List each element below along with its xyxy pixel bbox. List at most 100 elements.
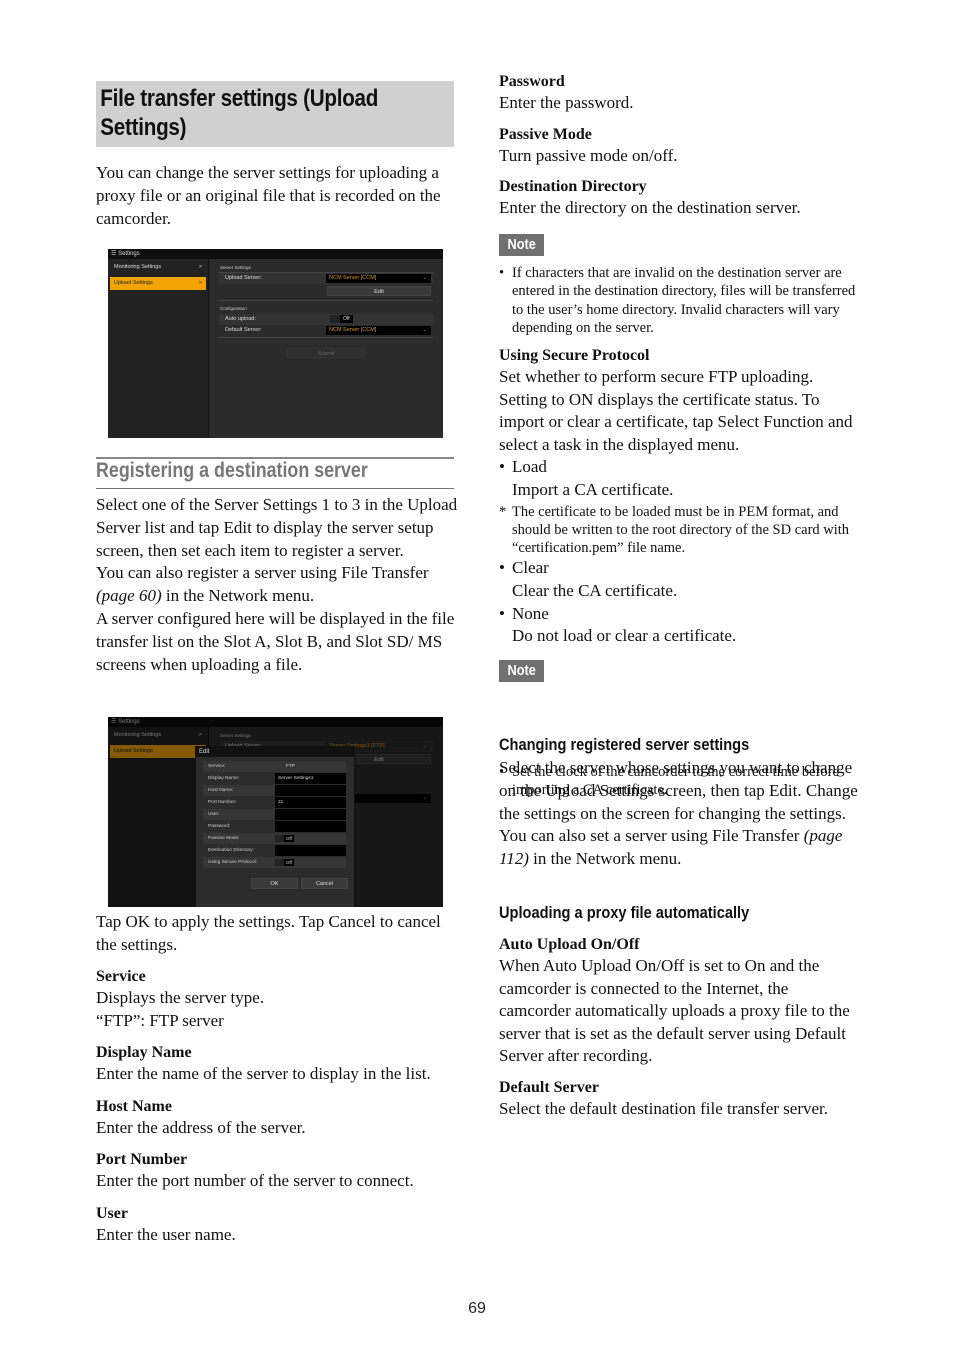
item-term: Host Name [96,1097,172,1115]
item-desc: Select the default destination file tran… [499,1098,829,1118]
configuration-label: Configuration [220,306,247,311]
sidebar-item-monitoring-settings[interactable]: Monitoring Settings > [110,261,206,274]
item-auto-upload: Auto Upload On/Off When Auto Upload On/O… [499,935,861,1068]
submit-button[interactable]: Submit [287,348,365,358]
auto-upload-toggle[interactable]: Off [330,315,353,323]
divider [219,337,433,338]
divider [219,300,433,301]
item-term: Destination Directory [499,178,647,196]
field-label: Service: [208,764,226,769]
item-service: Service Displays the server type. “FTP”:… [96,967,458,1032]
item-passive-mode: Passive Mode Turn passive mode on/off. [499,125,861,168]
page-reference-link[interactable]: (page 60) [96,586,162,605]
cancel-button[interactable]: Cancel [301,878,348,889]
item-term: Auto Upload On/Off [499,936,640,953]
toggle-value: Off [284,859,294,866]
settings-title-bar: ☰ Settings [108,249,443,259]
destination-directory-row: Destination Directory: [203,845,346,856]
host-name-input[interactable] [275,785,346,796]
chevron-right-icon: > [198,280,202,286]
note-badge: Note [499,660,544,682]
item-user: User Enter the user name. [96,1204,458,1247]
port-number-input[interactable]: 21 [275,797,346,808]
secure-protocol-section: Using Secure Protocol Set whether to per… [499,346,861,648]
default-server-select[interactable]: NCM Server [CCM] ⌄ [326,326,431,335]
note-badge: Note [499,234,544,256]
default-server-label: Default Server: [225,327,262,333]
item-desc: Enter the name of the server to display … [96,1064,431,1084]
option-clear: Clear [499,557,861,580]
chevron-down-icon: ⌄ [422,327,427,333]
menu-icon: ☰ [111,251,117,257]
text: in the Network menu. [161,586,315,606]
option-desc: Import a CA certificate. [512,479,674,499]
toggle-value: Off [340,315,353,323]
item-desc: Enter the password. [499,93,634,112]
option-none: None [499,603,861,626]
uploading-item-list: Auto Upload On/Off When Auto Upload On/O… [499,935,861,1121]
display-name-input[interactable]: Server Settings1 [275,773,346,784]
text: in the Network menu. [528,849,682,869]
field-label: Host Name: [208,788,234,793]
window-title: Settings [118,251,140,257]
item-term: Display Name [96,1044,192,1062]
password-input[interactable] [275,821,346,832]
toggle-knob [275,859,284,866]
upload-server-label: Upload Server: [225,275,262,281]
settings-item-list-right: Password Enter the password. Passive Mod… [499,72,861,220]
registering-paragraph-1: Select one of the Server Settings 1 to 3… [96,495,458,560]
registering-paragraph-2: You can also register a server using Fil… [96,562,458,608]
note-1-text: If characters that are invalid on the de… [499,264,868,337]
item-default-server: Default Server Select the default destin… [499,1078,861,1121]
chevron-right-icon: > [198,264,202,270]
changing-text: Select the server whose settings you wan… [499,757,861,871]
field-label: Port Number: [208,800,237,805]
upload-server-value: NCM Server [CCM] [329,275,377,281]
destination-directory-input[interactable] [275,845,346,856]
text: You can also set a server using File Tra… [499,826,804,846]
sidebar-item-upload-settings[interactable]: Upload Settings > [110,277,206,290]
default-server-value: NCM Server [CCM] [329,327,377,333]
heading-uploading-automatically: Uploading a proxy file automatically [499,903,750,922]
passive-mode-toggle[interactable]: Off [275,835,294,842]
server-settings-label: Server Settings [220,265,251,270]
edit-dialog-screenshot: ☰ Settings Monitoring Settings > Upload … [108,717,443,907]
field-label: Destination Directory: [208,848,254,853]
field-label: Using Secure Protocol: [208,860,258,865]
item-host-name: Host Name Enter the address of the serve… [96,1097,458,1140]
item-desc: Enter the user name. [96,1224,236,1244]
ok-button[interactable]: OK [251,878,298,889]
item-term: Password [499,73,565,90]
dialog-title: Edit [196,747,354,757]
item-desc: Set whether to perform secure FTP upload… [499,367,853,454]
footnote: The certificate to be loaded must be in … [499,503,861,558]
item-desc: Enter the port number of the server to c… [96,1171,414,1191]
item-port-number: Port Number Enter the port number of the… [96,1150,458,1193]
upload-server-row: Upload Server: NCM Server [CCM] ⌄ [219,273,433,284]
auto-upload-label: Auto upload: [225,316,256,322]
option-desc: Do not load or clear a certificate. [512,626,737,646]
registering-text: Select one of the Server Settings 1 to 3… [96,494,458,676]
upload-settings-screenshot: ☰ Settings Monitoring Settings > Upload … [108,249,443,438]
default-server-row: Default Server: NCM Server [CCM] ⌄ [219,325,433,336]
heading-changing-settings: Changing registered server settings [499,735,750,754]
secure-protocol-toggle[interactable]: Off [275,859,294,866]
edit-button[interactable]: Edit [327,286,431,296]
settings-sidebar: Monitoring Settings > Upload Settings > [108,259,209,438]
page-title: File transfer settings (Upload Settings) [100,85,379,141]
user-input[interactable] [275,809,346,820]
sidebar-item-label: Monitoring Settings [114,264,162,270]
user-row: User: [203,809,346,820]
host-name-row: Host Name: [203,785,346,796]
upload-server-select[interactable]: NCM Server [CCM] ⌄ [326,274,431,283]
item-desc: Enter the address of the server. [96,1117,306,1137]
settings-main-panel: Server Settings Upload Server: NCM Serve… [209,259,443,438]
service-row: Service: FTP [203,761,346,772]
toggle-value: Off [284,835,294,842]
chevron-down-icon: ⌄ [422,275,427,281]
item-desc: “FTP”: FTP server [96,1010,224,1030]
tap-ok-paragraph: Tap OK to apply the settings. Tap Cancel… [96,912,441,954]
item-desc: Displays the server type. [96,988,265,1007]
option-desc: Clear the CA certificate. [512,581,678,601]
field-label: Password: [208,824,231,829]
